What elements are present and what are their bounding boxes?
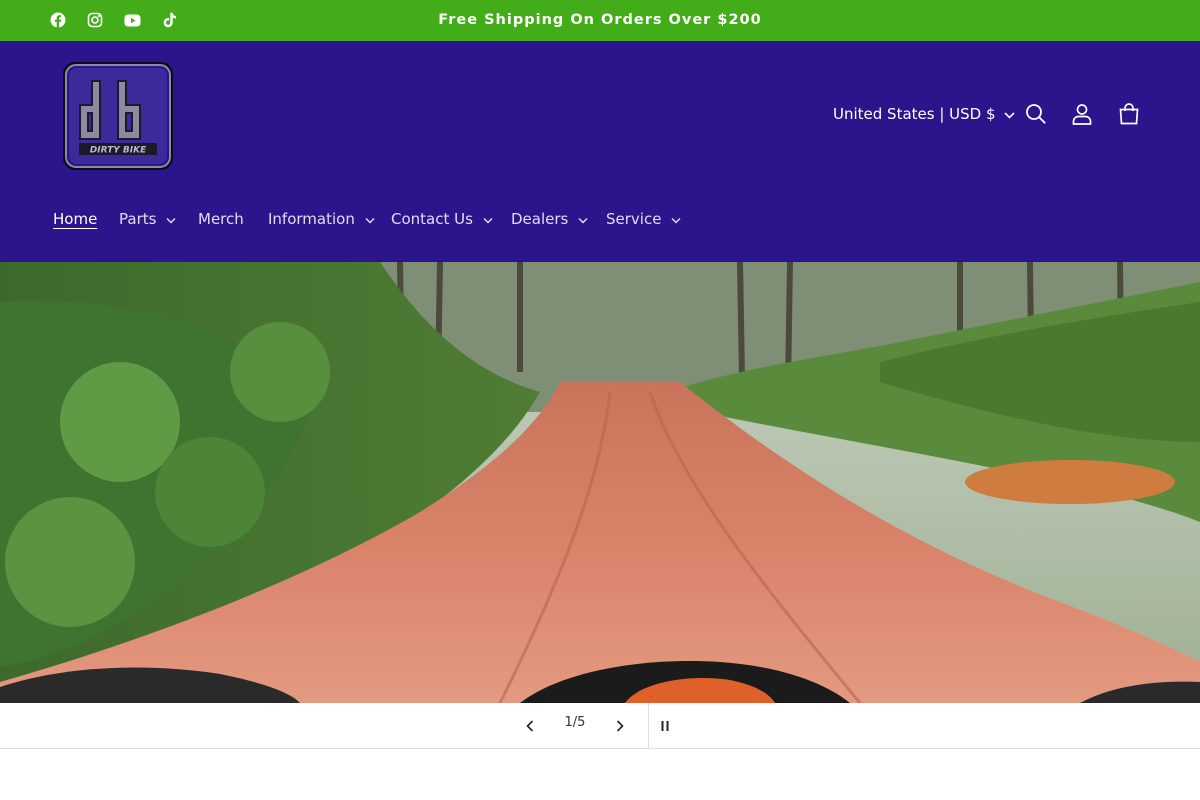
nav-item-information[interactable]: Information: [268, 208, 375, 230]
nav-item-dealers[interactable]: Dealers: [511, 208, 588, 230]
nav-item-parts[interactable]: Parts: [119, 208, 176, 230]
controls-divider: [648, 703, 649, 749]
nav-item-label: Information: [268, 210, 355, 228]
account-icon[interactable]: [1065, 97, 1099, 131]
hero-slide-image: [0, 262, 1200, 703]
pause-icon[interactable]: [650, 711, 680, 741]
nav-item-label: Contact Us: [391, 210, 473, 228]
chevron-down-icon: [671, 210, 681, 228]
chevron-down-icon: [483, 210, 493, 228]
nav-item-label: Parts: [119, 210, 157, 228]
nav-item-label: Home: [53, 210, 98, 228]
site-header: DIRTY BIKE United States | USD $ Home Pa…: [0, 41, 1200, 262]
previous-slide-icon[interactable]: [515, 711, 545, 741]
announcement-bar: Free Shipping On Orders Over $200: [0, 0, 1200, 41]
nav-item-contact-us[interactable]: Contact Us: [391, 208, 493, 230]
search-icon[interactable]: [1019, 97, 1053, 131]
slideshow-controls: 1/5: [0, 703, 1200, 749]
chevron-down-icon: [1003, 105, 1015, 123]
country-label: United States | USD $: [833, 105, 996, 123]
nav-item-service[interactable]: Service: [606, 208, 681, 230]
chevron-down-icon: [578, 210, 588, 228]
nav-item-home[interactable]: Home: [53, 208, 97, 230]
nav-item-merch[interactable]: Merch: [198, 208, 244, 230]
country-selector[interactable]: United States | USD $: [833, 102, 1015, 126]
cart-icon[interactable]: [1112, 97, 1146, 131]
next-slide-icon[interactable]: [605, 711, 635, 741]
chevron-down-icon: [166, 210, 176, 228]
nav-item-label: Service: [606, 210, 662, 228]
logo-wordmark: DIRTY BIKE: [90, 146, 147, 156]
slide-counter: 1/5: [564, 715, 586, 730]
announcement-text: Free Shipping On Orders Over $200: [438, 12, 762, 28]
nav-item-label: Merch: [198, 210, 244, 228]
nav-item-label: Dealers: [511, 210, 569, 228]
chevron-down-icon: [365, 210, 375, 228]
logo[interactable]: DIRTY BIKE: [62, 61, 174, 171]
